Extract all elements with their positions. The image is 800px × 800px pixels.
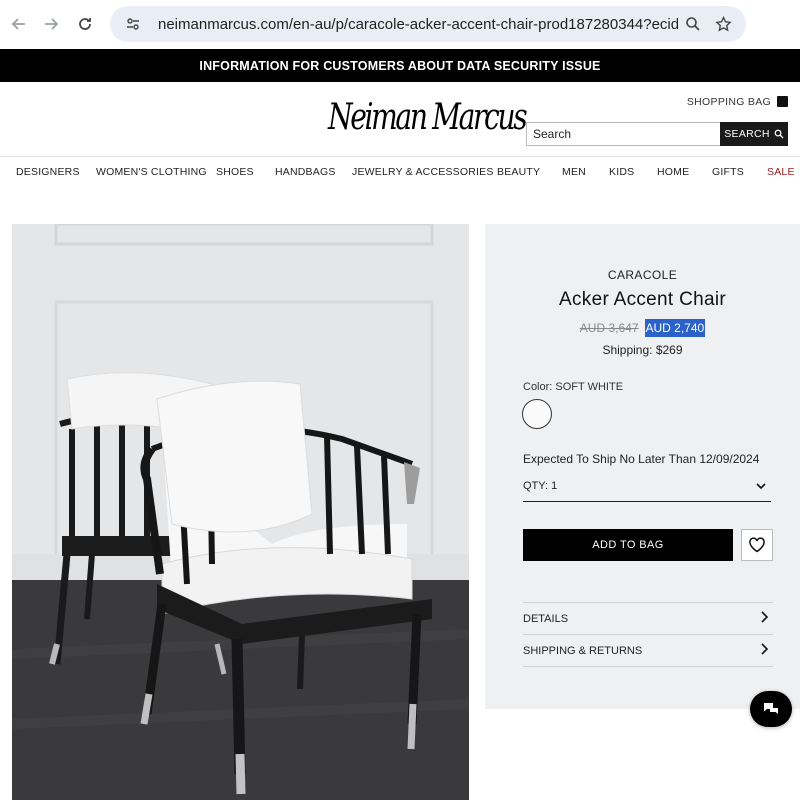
add-to-bag-label: ADD TO BAG [592, 539, 664, 551]
heart-icon [749, 537, 765, 553]
forward-arrow-icon[interactable] [34, 7, 68, 41]
expected-ship-date: Expected To Ship No Later Than 12/09/202… [523, 452, 760, 466]
product-image[interactable] [12, 224, 469, 800]
back-arrow-icon[interactable] [2, 7, 36, 41]
search-input[interactable] [526, 122, 720, 146]
shipping-returns-label: SHIPPING & RETURNS [523, 645, 643, 657]
search-icon [774, 129, 784, 139]
nav-item-shoes[interactable]: SHOES [216, 166, 254, 178]
shipping-cost: Shipping: $269 [602, 343, 683, 357]
product-name: Acker Accent Chair [559, 289, 726, 310]
details-accordion[interactable]: DETAILS [523, 602, 773, 634]
security-banner-text[interactable]: INFORMATION FOR CUSTOMERS ABOUT DATA SEC… [199, 59, 600, 73]
shipping-returns-accordion[interactable]: SHIPPING & RETURNS [523, 634, 773, 666]
site-logo[interactable]: Neiman Marcus [328, 88, 528, 152]
bookmark-star-icon[interactable] [710, 11, 736, 37]
chevron-right-icon [759, 643, 769, 658]
nav-item-designers[interactable]: DESIGNERS [16, 166, 80, 178]
product-info-panel: CARACOLE Acker Accent Chair AUD 3,647 AUD… [485, 224, 800, 709]
search-button[interactable]: SEARCH [720, 122, 788, 146]
chat-bubble-icon [764, 703, 778, 714]
nav-item-men[interactable]: MEN [562, 166, 586, 178]
add-to-bag-button[interactable]: ADD TO BAG [523, 529, 733, 561]
accordion-bottom-divider [523, 666, 773, 667]
header-divider [0, 156, 800, 157]
quantity-select[interactable]: QTY: 1 [523, 480, 771, 502]
wishlist-button[interactable] [741, 529, 773, 561]
main-navigation: DESIGNERS WOMEN'S CLOTHING SHOES HANDBAG… [0, 166, 800, 186]
reload-icon[interactable] [68, 7, 102, 41]
nav-item-gifts[interactable]: GIFTS [712, 166, 744, 178]
color-label: Color: SOFT WHITE [523, 381, 624, 393]
nav-item-handbags[interactable]: HANDBAGS [275, 166, 336, 178]
original-price: AUD 3,647 [579, 321, 639, 335]
nav-item-sale[interactable]: SALE [767, 166, 795, 178]
nav-item-home[interactable]: HOME [657, 166, 689, 178]
chevron-right-icon [759, 611, 769, 626]
quantity-value: QTY: 1 [523, 480, 558, 492]
details-label: DETAILS [523, 613, 569, 625]
site-settings-icon[interactable] [120, 11, 146, 37]
url-text[interactable]: neimanmarcus.com/en-au/p/caracole-acker-… [158, 16, 678, 33]
nav-item-kids[interactable]: KIDS [609, 166, 634, 178]
browser-toolbar: neimanmarcus.com/en-au/p/caracole-acker-… [0, 0, 800, 48]
search-form: SEARCH [526, 122, 788, 146]
chat-button[interactable] [750, 691, 792, 727]
price-row: AUD 3,647 AUD 2,740 [485, 319, 800, 337]
product-photo-chairs [12, 224, 469, 800]
chevron-down-icon [755, 480, 767, 495]
shopping-bag-icon [777, 95, 788, 107]
search-button-label: SEARCH [724, 128, 770, 140]
shopping-bag-label: SHOPPING BAG [686, 96, 771, 108]
nav-item-jewelry-accessories[interactable]: JEWELRY & ACCESSORIES [352, 166, 494, 178]
nav-item-womens-clothing[interactable]: WOMEN'S CLOTHING [96, 166, 207, 178]
nav-item-beauty[interactable]: BEAUTY [497, 166, 540, 178]
shopping-bag-link[interactable]: SHOPPING BAG [686, 95, 788, 108]
product-brand[interactable]: CARACOLE [485, 268, 800, 282]
color-swatch-soft-white[interactable] [522, 399, 552, 429]
sale-price: AUD 2,740 [644, 319, 706, 337]
security-banner[interactable]: INFORMATION FOR CUSTOMERS ABOUT DATA SEC… [0, 49, 800, 82]
zoom-icon[interactable] [680, 11, 706, 37]
address-bar[interactable]: neimanmarcus.com/en-au/p/caracole-acker-… [110, 6, 746, 42]
